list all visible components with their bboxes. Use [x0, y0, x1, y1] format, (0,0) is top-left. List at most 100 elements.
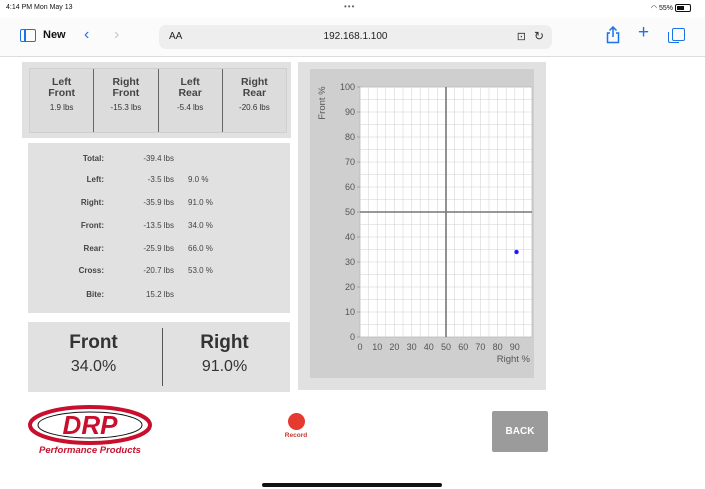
- corner-label: Front: [112, 87, 140, 99]
- status-time: 4:14 PM Mon May 13: [6, 4, 73, 11]
- y-tick-label: 70: [345, 157, 355, 167]
- stat-label: Left:: [86, 175, 104, 184]
- corner-label: Rear: [242, 87, 267, 99]
- summary-right-value: 91.0%: [201, 358, 248, 375]
- y-tick-label: 20: [345, 282, 355, 292]
- status-bar: 4:14 PM Mon May 13 ••• ◠ 55%: [0, 0, 705, 18]
- data-point: [514, 249, 519, 255]
- x-tick-label: 90: [510, 342, 520, 352]
- corner-value: -5.4 lbs: [177, 103, 204, 112]
- corner-right-rear: Right Rear -20.6 lbs: [223, 69, 286, 132]
- battery-indicator: ◠ 55%: [651, 4, 691, 12]
- new-tab-plus-icon[interactable]: +: [638, 23, 649, 42]
- stat-value: -39.4 lbs: [143, 154, 174, 163]
- stat-row-rear: Rear: -25.9 lbs 66.0 %: [28, 244, 290, 256]
- stat-row-total: Total: -39.4 lbs: [28, 154, 290, 166]
- back-arrow-icon[interactable]: ‹: [84, 27, 89, 43]
- corner-value: -20.6 lbs: [239, 103, 270, 112]
- corner-weights-panel: Left Front 1.9 lbs Right Front -15.3 lbs L…: [22, 62, 291, 138]
- home-indicator: [262, 483, 442, 487]
- summary-front-value: 34.0%: [70, 358, 117, 375]
- y-tick-label: 90: [345, 107, 355, 117]
- corner-value: 1.9 lbs: [49, 103, 74, 112]
- reload-icon[interactable]: ↻: [534, 29, 544, 43]
- y-tick-label: 10: [345, 307, 355, 317]
- battery-percent: 55%: [658, 4, 673, 12]
- share-icon[interactable]: [606, 25, 620, 48]
- back-button[interactable]: BACK: [492, 411, 548, 452]
- x-tick-label: 10: [372, 342, 382, 352]
- logo-subtext: Performance Products: [39, 445, 141, 456]
- record-dot-icon[interactable]: [287, 413, 305, 430]
- stat-label: Rear:: [83, 244, 104, 253]
- address-bar[interactable]: AA 192.168.1.100 ⊡ ↻: [159, 25, 552, 49]
- x-tick-label: 30: [407, 342, 417, 352]
- corner-left-front: Left Front 1.9 lbs: [30, 69, 95, 132]
- stat-percent: 34.0 %: [188, 221, 213, 230]
- record-label[interactable]: Record: [281, 432, 311, 439]
- corner-right-front: Right Front -15.3 lbs: [94, 69, 159, 132]
- stat-value: -20.7 lbs: [143, 266, 174, 275]
- tabs-overview-icon[interactable]: [668, 28, 685, 43]
- battery-icon: [675, 4, 691, 12]
- summary-front: Front 34.0%: [28, 322, 159, 392]
- y-tick-label: 60: [345, 182, 355, 192]
- stat-value: -35.9 lbs: [143, 198, 174, 207]
- weight-stats-panel: Total: -39.4 lbs Left: -3.5 lbs 9.0 % Ri…: [28, 143, 290, 313]
- forward-arrow-icon[interactable]: ›: [114, 27, 119, 43]
- url-text[interactable]: 192.168.1.100: [159, 31, 552, 42]
- stat-row-bite: Bite: 15.2 lbs: [28, 290, 290, 302]
- stat-value: -3.5 lbs: [147, 175, 174, 184]
- y-tick-label: 40: [345, 232, 355, 242]
- x-tick-label: 70: [475, 342, 485, 352]
- stat-label: Bite:: [86, 290, 104, 299]
- y-tick-label: 80: [345, 132, 355, 142]
- stat-label: Cross:: [78, 266, 104, 275]
- x-axis-label: Right %: [497, 354, 531, 365]
- stat-label: Front:: [80, 221, 104, 230]
- summary-right: Right 91.0%: [159, 322, 290, 392]
- balance-graph-panel: 0 10 20 30 40 50 60 70 80 90 100 0 10 20 30 40 50 60 70 80 9…: [298, 62, 546, 390]
- stat-percent: 9.0 %: [188, 175, 209, 184]
- drp-logo: DRP Performance Products: [24, 404, 174, 456]
- summary-front-title: Front: [69, 332, 118, 353]
- stat-row-front: Front: -13.5 lbs 34.0 %: [28, 221, 290, 233]
- stat-label: Right:: [80, 198, 104, 207]
- summary-right-title: Right: [200, 332, 249, 353]
- graph-area: 0 10 20 30 40 50 60 70 80 90 100 0 10 20 30 40 50 60 70 80 9…: [310, 69, 534, 378]
- corner-left-rear: Left Rear -5.4 lbs: [159, 69, 223, 132]
- x-tick-label: 40: [424, 342, 434, 352]
- stat-value: 15.2 lbs: [145, 290, 174, 299]
- browser-toolbar: New ‹ › AA 192.168.1.100 ⊡ ↻ +: [0, 18, 705, 57]
- x-tick-label: 50: [441, 342, 451, 352]
- reader-icon[interactable]: ⊡: [517, 30, 526, 43]
- stat-row-cross: Cross: -20.7 lbs 53.0 %: [28, 266, 290, 278]
- stat-row-left: Left: -3.5 lbs 9.0 %: [28, 175, 290, 187]
- stat-percent: 66.0 %: [188, 244, 213, 253]
- balance-scatter-chart: 0 10 20 30 40 50 60 70 80 90 100 0 10 20 30 40 50 60 70 80 9…: [317, 82, 533, 365]
- stat-value: -25.9 lbs: [143, 244, 174, 253]
- y-tick-label: 100: [340, 82, 355, 92]
- wifi-icon: ◠: [650, 5, 657, 12]
- corner-label: Front: [48, 87, 76, 99]
- corner-label: Rear: [178, 87, 202, 99]
- x-tick-label: 0: [357, 342, 362, 352]
- stat-percent: 91.0 %: [188, 198, 213, 207]
- corner-value: -15.3 lbs: [110, 103, 142, 112]
- y-tick-label: 30: [345, 257, 355, 267]
- logo-text: DRP: [63, 410, 119, 440]
- tab-group-label[interactable]: New: [43, 29, 66, 41]
- stat-row-right: Right: -35.9 lbs 91.0 %: [28, 198, 290, 210]
- stat-label: Total:: [82, 154, 104, 163]
- record-button[interactable]: Record: [281, 413, 311, 439]
- y-tick-label: 0: [350, 332, 355, 342]
- x-tick-label: 80: [493, 342, 503, 352]
- x-tick-label: 20: [389, 342, 399, 352]
- y-tick-label: 50: [345, 207, 355, 217]
- y-axis-label: Front %: [317, 86, 328, 120]
- x-tick-label: 60: [458, 342, 468, 352]
- stat-value: -13.5 lbs: [143, 221, 174, 230]
- multitask-dots[interactable]: •••: [344, 2, 355, 11]
- stat-percent: 53.0 %: [188, 266, 213, 275]
- sidebar-toggle-icon[interactable]: [20, 29, 36, 42]
